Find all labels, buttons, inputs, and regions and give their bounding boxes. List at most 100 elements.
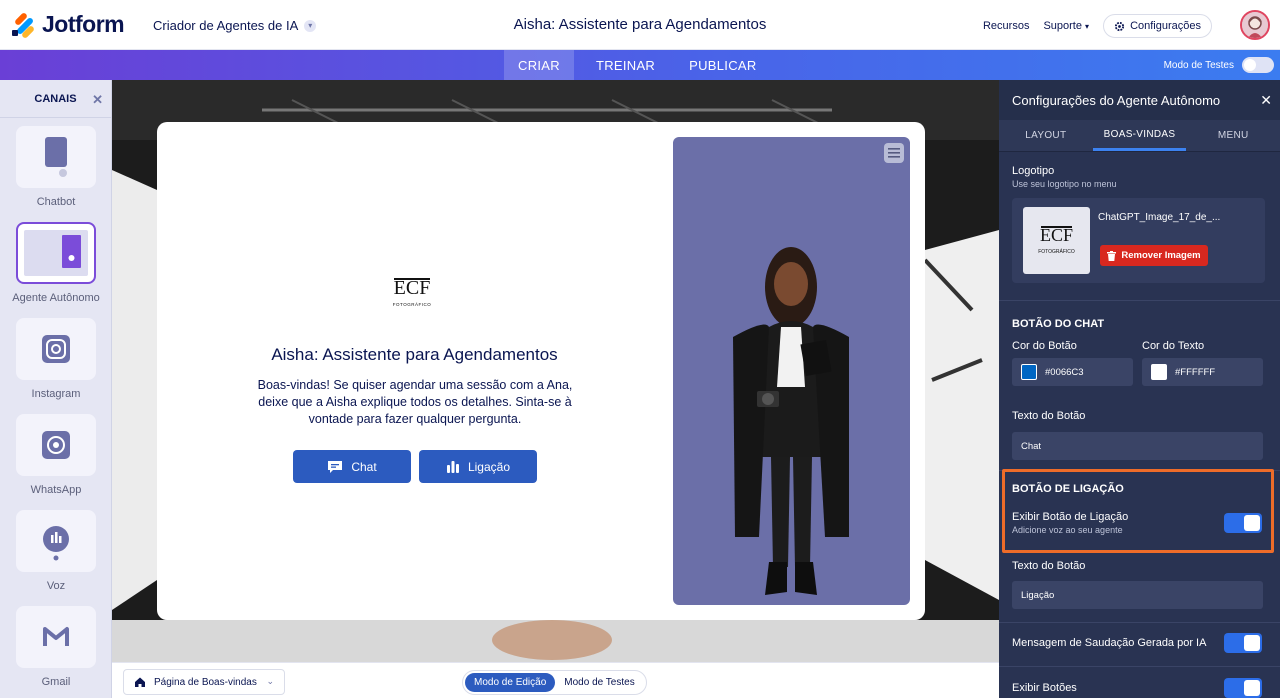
- test-mode-button[interactable]: Modo de Testes: [555, 673, 643, 692]
- brand-name: Jotform: [42, 11, 125, 37]
- chat-bubble-icon: [328, 460, 343, 473]
- logo-filename: ChatGPT_Image_17_de_...: [1098, 212, 1221, 223]
- logo-upload: ECF FOTOGRÁFICO ChatGPT_Image_17_de_... …: [1012, 198, 1265, 283]
- support-label: Suporte: [1043, 20, 1082, 32]
- panel-title: Configurações do Agente Autônomo: [1012, 92, 1221, 108]
- ai-greeting-toggle[interactable]: [1224, 633, 1262, 653]
- button-color-swatch: [1021, 364, 1037, 380]
- channel-card: [16, 606, 96, 668]
- sidebar-item-label: WhatsApp: [30, 484, 82, 496]
- logo-sublabel: Use seu logotipo no menu: [1012, 179, 1117, 189]
- tab-treinar[interactable]: TREINAR: [574, 50, 669, 80]
- app-name-label: Criador de Agentes de IA: [153, 18, 299, 33]
- tab-menu[interactable]: MENU: [1186, 120, 1280, 151]
- app-name-dropdown[interactable]: Criador de Agentes de IA ▾: [153, 18, 317, 33]
- svg-text:FOTOGRÁFICO: FOTOGRÁFICO: [1038, 248, 1075, 255]
- button-color-picker[interactable]: #0066C3: [1012, 358, 1133, 386]
- settings-button[interactable]: Configurações: [1103, 14, 1212, 38]
- chevron-down-icon: ⌄: [266, 676, 274, 686]
- voice-icon: [43, 526, 69, 561]
- sidebar-item-label: Agente Autônomo: [12, 292, 100, 304]
- instagram-icon: [42, 335, 70, 363]
- svg-text:FOTOGRÁFICO: FOTOGRÁFICO: [393, 301, 431, 307]
- page-select-dropdown[interactable]: Página de Boas-vindas ⌄: [123, 669, 285, 695]
- call-button-text-value: Ligação: [1021, 589, 1055, 601]
- brand-logo: ECF FOTOGRÁFICO: [393, 277, 431, 307]
- chat-button-text-value: Chat: [1021, 440, 1042, 452]
- sidebar-item-instagram[interactable]: Instagram: [0, 310, 111, 406]
- sidebar-item-label: Chatbot: [36, 196, 76, 208]
- channel-card: [16, 510, 96, 572]
- ai-greeting-label: Mensagem de Saudação Gerada por IA: [1012, 637, 1207, 649]
- preview-canvas: ECF FOTOGRÁFICO Aisha: Assistente para A…: [112, 80, 999, 662]
- tab-criar[interactable]: CRIAR: [504, 50, 574, 80]
- chat-button-section-title: BOTÃO DO CHAT: [1012, 318, 1105, 330]
- close-icon[interactable]: ✕: [92, 92, 103, 108]
- tab-publicar[interactable]: PUBLICAR: [669, 50, 770, 80]
- text-color-picker[interactable]: #FFFFFF: [1142, 358, 1263, 386]
- call-button[interactable]: Ligação: [419, 450, 537, 483]
- call-button-text-input[interactable]: Ligação: [1012, 581, 1263, 609]
- call-button-highlight-frame: [1002, 469, 1274, 553]
- sidebar-item-label: Instagram: [31, 388, 81, 400]
- resources-link[interactable]: Recursos: [983, 20, 1029, 32]
- text-color-value: #FFFFFF: [1175, 366, 1216, 378]
- channels-sidebar: CANAIS ✕ Chatbot Agente Autônomo Instagr…: [0, 80, 112, 698]
- bottom-bar: Página de Boas-vindas ⌄ Modo de Edição M…: [112, 662, 999, 698]
- test-mode-toggle-group: Modo de Testes: [1164, 57, 1274, 73]
- logo-thumbnail[interactable]: ECF FOTOGRÁFICO: [1023, 207, 1090, 274]
- welcome-title: Aisha: Assistente para Agendamentos: [271, 345, 558, 364]
- call-button-label: Ligação: [467, 459, 511, 474]
- voice-bars-icon: [446, 460, 459, 473]
- show-buttons-toggle[interactable]: [1224, 678, 1262, 698]
- close-icon[interactable]: ✕: [1260, 92, 1272, 109]
- chevron-down-icon: ▾: [1085, 22, 1090, 31]
- chat-button-text-label: Texto do Botão: [1012, 410, 1086, 422]
- user-avatar[interactable]: [1240, 10, 1270, 40]
- logo-label: Logotipo: [1012, 165, 1055, 177]
- divider: [999, 622, 1280, 623]
- channel-card: [16, 414, 96, 476]
- divider: [999, 666, 1280, 667]
- trash-icon: [1107, 250, 1117, 261]
- gmail-icon: [43, 627, 69, 646]
- tab-layout[interactable]: LAYOUT: [999, 120, 1093, 151]
- sidebar-item-chatbot[interactable]: Chatbot: [0, 118, 111, 214]
- mode-switch: Modo de Edição Modo de Testes: [462, 670, 647, 695]
- sidebar-item-agente-autonomo[interactable]: Agente Autônomo: [0, 214, 111, 310]
- sidebar-item-voz[interactable]: Voz: [0, 502, 111, 598]
- sidebar-item-whatsapp[interactable]: WhatsApp: [0, 406, 111, 502]
- jotform-logo[interactable]: Jotform: [12, 11, 125, 39]
- tab-boas-vindas[interactable]: BOAS-VINDAS: [1092, 120, 1187, 151]
- sidebar-item-label: Gmail: [41, 676, 71, 688]
- chat-button-text-input[interactable]: Chat: [1012, 432, 1263, 460]
- call-button-text-label: Texto do Botão: [1012, 560, 1086, 572]
- home-icon: [135, 677, 145, 687]
- chevron-down-icon: ▾: [304, 19, 317, 32]
- button-color-label: Cor do Botão: [1012, 340, 1077, 352]
- settings-label: Configurações: [1130, 20, 1201, 32]
- sidebar-header: CANAIS ✕: [0, 80, 111, 118]
- page-select-label: Página de Boas-vindas: [154, 676, 257, 688]
- sidebar-item-label: Voz: [46, 580, 66, 592]
- jotform-logo-icon: [12, 11, 36, 39]
- support-dropdown[interactable]: Suporte ▾: [1043, 20, 1089, 32]
- remove-image-label: Remover Imagem: [1121, 250, 1201, 261]
- sidebar-item-gmail[interactable]: Gmail: [0, 598, 111, 694]
- channel-card: [16, 126, 96, 188]
- edit-mode-button[interactable]: Modo de Edição: [465, 673, 556, 692]
- agent-photo: [733, 247, 849, 595]
- test-mode-label: Modo de Testes: [1163, 59, 1234, 71]
- channel-card: [16, 222, 96, 284]
- chat-button-label: Chat: [351, 459, 377, 474]
- autonomous-agent-icon: [24, 230, 88, 276]
- remove-image-button[interactable]: Remover Imagem: [1100, 245, 1208, 266]
- chat-button[interactable]: Chat: [293, 450, 411, 483]
- agent-avatar-panel: [673, 137, 910, 605]
- panel-tabs: LAYOUT BOAS-VINDAS MENU: [999, 120, 1280, 152]
- test-mode-toggle[interactable]: [1242, 57, 1274, 73]
- svg-text:ECF: ECF: [394, 277, 431, 299]
- divider: [999, 300, 1280, 301]
- nav-bar: CRIAR TREINAR PUBLICAR Modo de Testes: [0, 50, 1280, 80]
- text-color-label: Cor do Texto: [1142, 340, 1205, 352]
